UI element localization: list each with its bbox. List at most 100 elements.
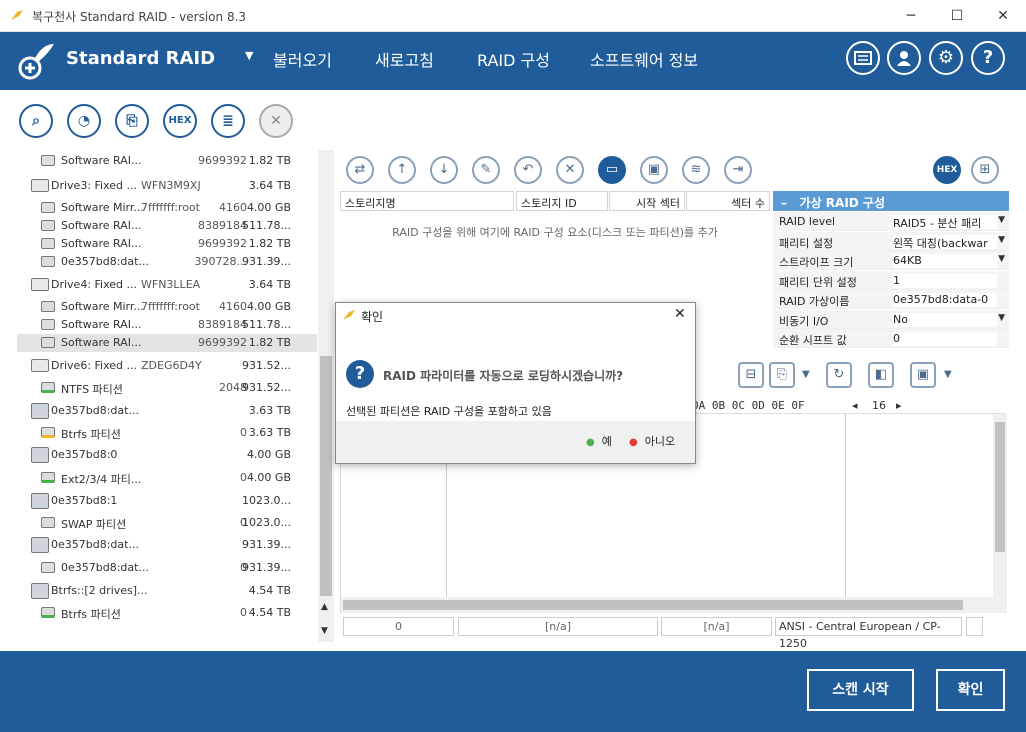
encoding-dropdown-icon[interactable] xyxy=(966,617,983,636)
edit-icon[interactable]: ✎ xyxy=(472,156,500,184)
prop-row[interactable]: RAID level RAID5 - 분산 패리 ▼ xyxy=(773,212,1009,231)
col-storage-id[interactable]: 스토리지 ID xyxy=(516,191,608,211)
dropdown-icon[interactable]: ▼ xyxy=(998,235,1005,245)
undo-icon[interactable]: ↶ xyxy=(514,156,542,184)
dropdown-icon[interactable]: ▼ xyxy=(998,313,1005,323)
tree-item[interactable]: Software RAI... 9699392 1.82 TB xyxy=(17,334,317,352)
move-down-icon[interactable]: ↓ xyxy=(430,156,458,184)
tree-item[interactable]: Software Mirr... 7fffffff:root 4160 4.00 GB xyxy=(17,199,317,217)
disk-image-icon[interactable]: ⎘ xyxy=(115,104,149,138)
ok-button[interactable]: 확인 xyxy=(936,669,1005,711)
dropdown-icon[interactable]: ▼ xyxy=(998,254,1005,264)
tree-item[interactable]: NTFS 파티션 2048 931.52... xyxy=(17,379,317,397)
prop-row[interactable]: 패리티 설정 왼쪽 대칭(backwar ▼ xyxy=(773,231,1009,251)
tree-item[interactable]: 0e357bd8:dat... 0 931.39... xyxy=(17,559,317,577)
save-icon[interactable]: ▣ xyxy=(640,156,668,184)
settings-gear-icon[interactable]: ⚙ xyxy=(929,41,963,75)
tree-item[interactable]: Ext2/3/4 파티... 0 4.00 GB xyxy=(17,469,317,487)
tree-item[interactable]: SWAP 파티션 0 1023.0... xyxy=(17,514,317,532)
brand-logo-icon xyxy=(16,40,56,80)
prop-row[interactable]: RAID 가상이름 0e357bd8:data-0 xyxy=(773,290,1009,309)
tree-item[interactable]: 0e357bd8:0 4.00 GB xyxy=(17,446,317,464)
minimize-button[interactable]: ─ xyxy=(888,0,934,32)
prop-value[interactable]: RAID5 - 분산 패리 xyxy=(893,215,997,229)
scroll-down-icon[interactable]: ▼ xyxy=(321,626,328,636)
prop-value[interactable]: 왼쪽 대칭(backwar xyxy=(893,234,997,249)
help-icon[interactable]: ? xyxy=(971,41,1005,75)
hex-hscroll[interactable] xyxy=(341,597,1007,613)
move-up-icon[interactable]: ↑ xyxy=(388,156,416,184)
close-button[interactable]: ✕ xyxy=(980,0,1026,32)
prop-value[interactable]: No xyxy=(893,312,997,327)
menu-load[interactable]: 불러오기 xyxy=(273,47,332,71)
tree-item[interactable]: Software RAI... 8389184 511.78... xyxy=(17,217,317,235)
tree-item[interactable]: Btrfs::[2 drives]... 4.54 TB xyxy=(17,582,317,600)
start-scan-button[interactable]: 스캔 시작 xyxy=(807,669,914,711)
save-dropdown-icon[interactable]: ▼ xyxy=(944,369,952,380)
col-sector-count[interactable]: 섹터 수 xyxy=(686,191,770,211)
tree-item[interactable]: Drive4: Fixed ... WFN3LLEA 3.64 TB xyxy=(17,276,317,294)
prop-row[interactable]: 스트라이프 크기 64KB ▼ xyxy=(773,251,1009,270)
menu-raid-config[interactable]: RAID 구성 xyxy=(477,47,550,71)
tree-item[interactable]: 0e357bd8:dat... 390728... 931.39... xyxy=(17,253,317,271)
cancel-icon[interactable]: ✕ xyxy=(259,104,293,138)
hex-view-button[interactable]: HEX xyxy=(933,156,961,184)
tree-item-start: 390728... xyxy=(194,255,247,268)
analyze-icon[interactable]: ◔ xyxy=(67,104,101,138)
hex-vscroll[interactable] xyxy=(993,414,1007,597)
hex-cols-next-icon[interactable]: ▸ xyxy=(896,399,902,412)
tree-item[interactable]: 0e357bd8:dat... 3.63 TB xyxy=(17,402,317,420)
layers-icon[interactable]: ≋ xyxy=(682,156,710,184)
hex-button[interactable]: HEX xyxy=(163,104,197,138)
maximize-button[interactable]: ☐ xyxy=(934,0,980,32)
panel-icon[interactable]: ◧ xyxy=(868,362,894,388)
prop-row[interactable]: 순환 시프트 값 0 xyxy=(773,329,1009,348)
tree-item[interactable]: 0e357bd8:1 1023.0... xyxy=(17,492,317,510)
tree-item[interactable]: Software RAI... 8389184 511.78... xyxy=(17,316,317,334)
tree-item[interactable]: Software Mirr... 7fffffff:root 4160 4.00 GB xyxy=(17,298,317,316)
collapse-icon[interactable]: – xyxy=(781,196,787,210)
scroll-up-icon[interactable]: ▲ xyxy=(321,602,328,612)
prop-row[interactable]: 패리티 단위 설정 1 xyxy=(773,270,1009,290)
add-drive-icon[interactable]: ⇄ xyxy=(346,156,374,184)
prop-value[interactable]: 0 xyxy=(893,332,997,346)
col-storage-name[interactable]: 스토리지명 xyxy=(340,191,514,211)
hex-save-icon[interactable]: ▣ xyxy=(910,362,936,388)
open-folder-icon[interactable]: ▭ xyxy=(598,156,626,184)
user-icon[interactable] xyxy=(887,41,921,75)
export-icon[interactable]: ⇥ xyxy=(724,156,752,184)
list-icon[interactable]: ≣ xyxy=(211,104,245,138)
tree-item[interactable]: Software RAI... 9699392 1.82 TB xyxy=(17,235,317,253)
tree-item[interactable]: Btrfs 파티션 0 3.63 TB xyxy=(17,424,317,442)
tree-item[interactable]: 0e357bd8:dat... 931.39... xyxy=(17,536,317,554)
encoding-select[interactable]: ANSI - Central European / CP-1250 xyxy=(775,617,962,650)
copy-dropdown-icon[interactable]: ▼ xyxy=(802,369,810,380)
menu-caret-icon[interactable]: ▼ xyxy=(245,49,253,62)
tree-item[interactable]: Software RAI... 9699392 1.82 TB xyxy=(17,152,317,170)
col-start-sector[interactable]: 시작 섹터 xyxy=(609,191,685,211)
menu-about[interactable]: 소프트웨어 정보 xyxy=(590,47,698,71)
menu-refresh[interactable]: 새로고침 xyxy=(375,47,434,71)
prop-row[interactable]: 비동기 I/O No ▼ xyxy=(773,309,1009,329)
dialog-close-icon[interactable]: ✕ xyxy=(674,306,686,322)
hex-grid-icon[interactable]: ⊟ xyxy=(738,362,764,388)
yes-button[interactable]: ● 예 xyxy=(586,433,612,449)
grid-view-icon[interactable]: ⊞ xyxy=(971,156,999,184)
copy-icon[interactable]: ⎘ xyxy=(769,362,795,388)
tree-item[interactable]: Btrfs 파티션 0 4.54 TB xyxy=(17,604,317,622)
prop-value[interactable]: 0e357bd8:data-0 xyxy=(893,293,997,307)
log-icon[interactable] xyxy=(846,41,880,75)
no-button[interactable]: ● 아니오 xyxy=(629,433,675,449)
prop-value[interactable]: 64KB xyxy=(893,254,997,268)
remove-icon[interactable]: ✕ xyxy=(556,156,584,184)
tree-scroll-thumb[interactable] xyxy=(320,356,332,596)
search-icon[interactable]: ⌕ xyxy=(19,104,53,138)
prop-value[interactable]: 1 xyxy=(893,273,997,288)
tree-scrollbar[interactable]: ▲ ▼ xyxy=(318,150,334,642)
reload-icon[interactable]: ↻ xyxy=(826,362,852,388)
tree-item[interactable]: Drive6: Fixed ... ZDEG6D4Y 931.52... xyxy=(17,357,317,375)
hex-cols-prev-icon[interactable]: ◂ xyxy=(852,399,858,412)
dropdown-icon[interactable]: ▼ xyxy=(998,215,1005,225)
tree-item[interactable]: Drive3: Fixed ... WFN3M9XJ 3.64 TB xyxy=(17,177,317,195)
raid-properties-panel: – 가상 RAID 구성 RAID level RAID5 - 분산 패리 ▼ 패리티… xyxy=(773,191,1009,351)
